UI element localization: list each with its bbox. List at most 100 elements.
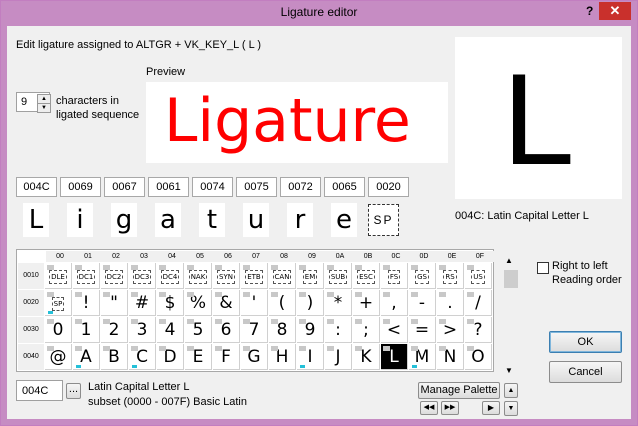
grid-scroll-up-icon[interactable]: ▲	[505, 256, 513, 265]
grid-cell[interactable]: 5	[185, 317, 212, 343]
grid-cell[interactable]: 2	[101, 317, 128, 343]
seq-code-8[interactable]: 0065	[324, 177, 365, 197]
help-button[interactable]: ?	[586, 4, 593, 18]
grid-cell[interactable]: +	[353, 290, 380, 316]
grid-cell[interactable]: !	[73, 290, 100, 316]
codepoint-input[interactable]: 004C	[16, 380, 63, 401]
seq-code-9[interactable]: 0020	[368, 177, 409, 197]
grid-cell[interactable]: F	[213, 344, 240, 370]
grid-scrollbar-thumb[interactable]	[504, 270, 518, 288]
ok-button[interactable]: OK	[549, 331, 622, 353]
grid-cell[interactable]: EM	[297, 263, 324, 289]
grid-cell[interactable]: H	[269, 344, 296, 370]
seq-glyph-1[interactable]: L	[23, 203, 49, 237]
grid-cell[interactable]: $	[157, 290, 184, 316]
seq-glyph-3[interactable]: g	[111, 203, 137, 237]
grid-cell[interactable]: #	[129, 290, 156, 316]
grid-cell[interactable]: L	[381, 344, 408, 370]
seq-code-7[interactable]: 0072	[280, 177, 321, 197]
grid-cell[interactable]: SP	[45, 290, 72, 316]
grid-cell[interactable]: /	[465, 290, 492, 316]
seq-glyph-7[interactable]: r	[287, 203, 313, 237]
grid-cell[interactable]: DC2	[101, 263, 128, 289]
seq-code-2[interactable]: 0069	[60, 177, 101, 197]
grid-cell[interactable]: C	[129, 344, 156, 370]
seq-code-5[interactable]: 0074	[192, 177, 233, 197]
grid-cell[interactable]: %	[185, 290, 212, 316]
grid-cell[interactable]: 8	[269, 317, 296, 343]
grid-cell[interactable]: 7	[241, 317, 268, 343]
grid-cell[interactable]: -	[409, 290, 436, 316]
grid-cell[interactable]: :	[325, 317, 352, 343]
grid-cell[interactable]: D	[157, 344, 184, 370]
grid-cell[interactable]: N	[437, 344, 464, 370]
grid-cell[interactable]: )	[297, 290, 324, 316]
grid-cell[interactable]: '	[241, 290, 268, 316]
grid-cell[interactable]: ?	[465, 317, 492, 343]
grid-cell[interactable]: B	[101, 344, 128, 370]
seq-code-3[interactable]: 0067	[104, 177, 145, 197]
nav-next-icon[interactable]: ▶	[482, 401, 500, 415]
grid-cell[interactable]: K	[353, 344, 380, 370]
grid-cell[interactable]: .	[437, 290, 464, 316]
grid-cell[interactable]: DC1	[73, 263, 100, 289]
grid-cell[interactable]: SUB	[325, 263, 352, 289]
grid-cell[interactable]: CAN	[269, 263, 296, 289]
grid-cell[interactable]: M	[409, 344, 436, 370]
grid-cell[interactable]: DC3	[129, 263, 156, 289]
grid-cell[interactable]: @	[45, 344, 72, 370]
grid-cell[interactable]: ETB	[241, 263, 268, 289]
grid-cell[interactable]: SYN	[213, 263, 240, 289]
grid-cell[interactable]: E	[185, 344, 212, 370]
spin-down-icon[interactable]: ▼	[37, 103, 51, 113]
grid-cell[interactable]: O	[465, 344, 492, 370]
grid-cell[interactable]: ;	[353, 317, 380, 343]
palette-down-icon[interactable]: ▼	[504, 401, 518, 416]
grid-cell[interactable]: 9	[297, 317, 324, 343]
grid-cell[interactable]: 6	[213, 317, 240, 343]
codepoint-more-button[interactable]: ...	[66, 383, 81, 399]
grid-cell[interactable]: J	[325, 344, 352, 370]
grid-cell[interactable]: DLE	[45, 263, 72, 289]
nav-fast-forward-icon[interactable]: ▶▶	[441, 401, 459, 415]
grid-cell[interactable]: *	[325, 290, 352, 316]
seq-code-6[interactable]: 0075	[236, 177, 277, 197]
seq-code-1[interactable]: 004C	[16, 177, 57, 197]
seq-glyph-8[interactable]: e	[331, 203, 357, 237]
grid-cell[interactable]: ,	[381, 290, 408, 316]
grid-cell[interactable]: RS	[437, 263, 464, 289]
grid-cell[interactable]: 4	[157, 317, 184, 343]
cancel-button[interactable]: Cancel	[549, 361, 622, 383]
grid-cell[interactable]: "	[101, 290, 128, 316]
grid-cell[interactable]: I	[297, 344, 324, 370]
grid-cell[interactable]: FS	[381, 263, 408, 289]
grid-scroll-down-icon[interactable]: ▼	[505, 366, 513, 375]
grid-cell[interactable]: DC4	[157, 263, 184, 289]
grid-cell[interactable]: &	[213, 290, 240, 316]
seq-glyph-2[interactable]: i	[67, 203, 93, 237]
seq-code-4[interactable]: 0061	[148, 177, 189, 197]
grid-cell[interactable]: GS	[409, 263, 436, 289]
grid-cell[interactable]: A	[73, 344, 100, 370]
grid-cell[interactable]: =	[409, 317, 436, 343]
grid-cell[interactable]: G	[241, 344, 268, 370]
grid-cell[interactable]: 0	[45, 317, 72, 343]
grid-cell[interactable]: <	[381, 317, 408, 343]
seq-glyph-5[interactable]: t	[199, 203, 225, 237]
manage-palette-button[interactable]: Manage Palette	[418, 382, 500, 399]
char-count-spinner[interactable]: 9 ▲ ▼	[16, 92, 51, 113]
nav-first-icon[interactable]: ◀◀	[420, 401, 438, 415]
grid-cell[interactable]: (	[269, 290, 296, 316]
seq-glyph-4[interactable]: a	[155, 203, 181, 237]
grid-cell[interactable]: NAK	[185, 263, 212, 289]
grid-cell[interactable]: ESC	[353, 263, 380, 289]
close-button[interactable]: ✕	[599, 2, 631, 20]
seq-glyph-9[interactable]: SP	[368, 204, 399, 236]
palette-up-icon[interactable]: ▲	[504, 383, 518, 398]
grid-cell[interactable]: >	[437, 317, 464, 343]
grid-cell[interactable]: 3	[129, 317, 156, 343]
grid-cell[interactable]: US	[465, 263, 492, 289]
grid-cell[interactable]: 1	[73, 317, 100, 343]
seq-glyph-6[interactable]: u	[243, 203, 269, 237]
rtl-checkbox[interactable]	[537, 262, 549, 274]
